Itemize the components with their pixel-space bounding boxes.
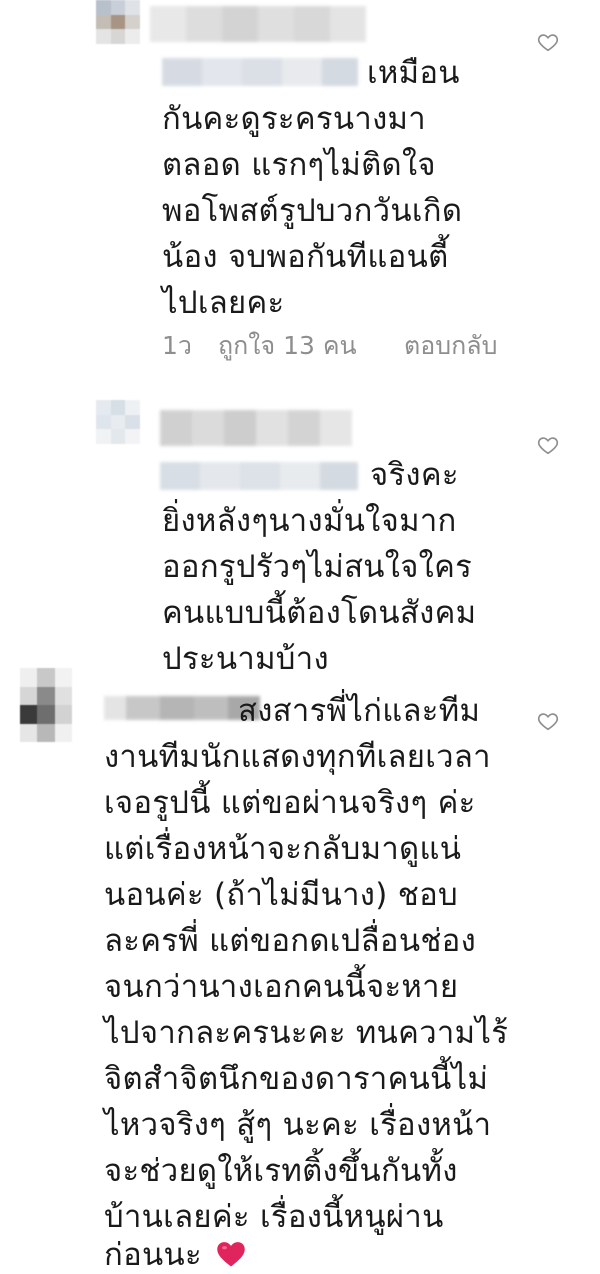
comment-text-line: ก่อนนะ bbox=[104, 1237, 202, 1273]
comment-text-line: กันคะดูระครนางมา bbox=[162, 101, 426, 137]
comment-text-line: ไปจากละครนะคะ ทนความไร้ bbox=[104, 1015, 509, 1051]
username-blurred[interactable] bbox=[160, 410, 352, 446]
comment-text-line: นอนค่ะ (ถ้าไม่มีนาง) ชอบ bbox=[104, 877, 458, 913]
avatar[interactable] bbox=[96, 400, 140, 444]
comment-text-line: พอโพสต์รูปบวกวันเกิด bbox=[162, 193, 463, 229]
like-heart-icon[interactable] bbox=[537, 434, 559, 456]
username-blurred bbox=[160, 462, 358, 490]
comment-text-line: จนกว่านางเอกคนนี้จะหาย bbox=[104, 969, 459, 1005]
comment-meta: 1ว ถูกใจ 13 คน ตอบกลับ bbox=[162, 326, 542, 360]
comment-text-line: สงสารพี่ไก่และทีม bbox=[238, 693, 481, 729]
timestamp: 1ว bbox=[162, 331, 192, 360]
avatar[interactable] bbox=[96, 0, 140, 44]
comment-text-line: ออกรูปรัวๆไม่สนใจใคร bbox=[162, 549, 473, 585]
comment-text-line: จะช่วยดูให้เรทติ้งขึ้นกันทั้ง bbox=[104, 1153, 458, 1189]
comment-text-line: จริงคะ bbox=[370, 457, 459, 493]
comment-text-line: งานทีมนักแสดงทุกทีเลยเวลา bbox=[104, 739, 491, 775]
username-blurred bbox=[162, 58, 358, 86]
comment-1: เหมือน กันคะดูระครนางมา ตลอด แรกๆไม่ติดใ… bbox=[0, 0, 600, 370]
comment-text-line: ไปเลยคะ bbox=[162, 285, 285, 321]
username-blurred[interactable] bbox=[104, 696, 260, 720]
comment-text-line: ตลอด แรกๆไม่ติดใจ bbox=[162, 147, 436, 183]
comment-text-line: ไหวจริงๆ สู้ๆ นะคะ เรื่องหน้า bbox=[104, 1107, 492, 1143]
comment-text-line: คนแบบนี้ต้องโดนสังคม bbox=[162, 595, 477, 631]
comment-text-line: ยิ่งหลังๆนางมั่นใจมาก bbox=[162, 503, 457, 539]
comment-text-line: บ้านเลยค่ะ เรื่องนี้หนูผ่าน bbox=[104, 1199, 444, 1235]
comment-text-line: เจอรูปนี้ แต่ขอผ่านจริงๆ ค่ะ bbox=[104, 785, 476, 821]
like-heart-icon[interactable] bbox=[537, 31, 559, 53]
username-blurred[interactable] bbox=[150, 6, 366, 42]
comment-2: จริงคะ ยิ่งหลังๆนางมั่นใจมาก ออกรูปรัวๆไ… bbox=[0, 390, 600, 675]
comment-text-line: ละครพี่ แต่ขอกดเปลื่อนช่อง bbox=[104, 923, 477, 959]
comment-text-line: จิตสำจิตนึกของดาราคนนี้ไม่ bbox=[104, 1061, 489, 1097]
comment-text-line: น้อง จบพอกันทีแอนตี้ bbox=[162, 239, 449, 275]
avatar[interactable] bbox=[20, 668, 72, 742]
red-heart-emoji-icon bbox=[216, 1240, 246, 1268]
comment-3: สงสารพี่ไก่และทีม งานทีมนักแสดงทุกทีเลยเ… bbox=[0, 668, 600, 1271]
comment-text-line-with-emoji: ก่อนนะ bbox=[104, 1240, 246, 1271]
comment-text-line: แต่เรื่องหน้าจะกลับมาดูแน่ bbox=[104, 831, 462, 867]
reply-button[interactable]: ตอบกลับ bbox=[404, 326, 497, 366]
comment-text-line: เหมือน bbox=[367, 55, 460, 91]
like-heart-icon[interactable] bbox=[537, 710, 559, 732]
likes-count[interactable]: ถูกใจ 13 คน bbox=[218, 326, 357, 366]
